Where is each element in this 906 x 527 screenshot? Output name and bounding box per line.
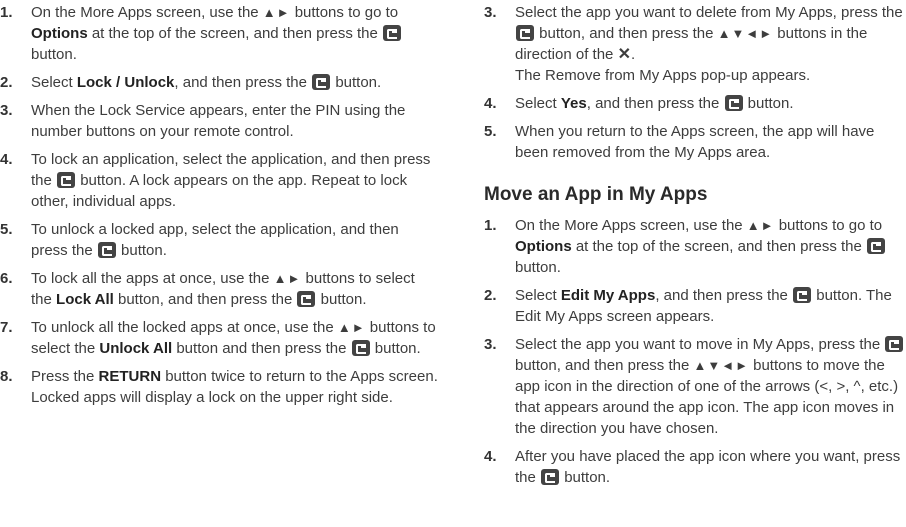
step-item: 2. Select Edit My Apps, and then press th… (484, 285, 906, 327)
step-item: 4. After you have placed the app icon whe… (484, 446, 906, 488)
left-right-arrows-icon: ▲► (273, 271, 302, 286)
left-right-arrows-icon: ▲► (746, 218, 775, 233)
four-way-arrows-icon: ▲▼◄► (693, 358, 749, 373)
step-item: 1. On the More Apps screen, use the ▲► bu… (484, 215, 906, 278)
enter-button-icon (885, 336, 904, 352)
bold-term: Lock All (56, 291, 114, 308)
step-item: 7. To unlock all the locked apps at once,… (0, 317, 438, 359)
step-number: 8. (0, 368, 13, 385)
step-number: 5. (484, 123, 497, 140)
bold-term: Lock / Unlock (76, 74, 175, 91)
move-steps-list: 1. On the More Apps screen, use the ▲► bu… (484, 215, 906, 488)
step-text: On the More Apps screen, use the ▲► butt… (31, 2, 438, 65)
remove-steps-list: 3. Select the app you want to delete from… (484, 2, 906, 163)
right-column: 3. Select the app you want to delete from… (484, 0, 906, 488)
step-text: To lock all the apps at once, use the ▲►… (31, 270, 415, 308)
step-number: 4. (484, 95, 497, 112)
step-text: To unlock a locked app, select the appli… (31, 221, 399, 259)
bold-term: Yes (560, 95, 587, 112)
enter-button-icon (297, 291, 316, 307)
step-item: 5. To unlock a locked app, select the app… (0, 219, 438, 261)
step-item: 4. Select Yes, and then press the button. (484, 93, 906, 114)
step-item: 3. Select the app you want to move in My … (484, 334, 906, 439)
step-text: To unlock all the locked apps at once, u… (31, 319, 436, 357)
enter-button-icon (57, 172, 76, 188)
step-text: Select the app you want to delete from M… (515, 4, 903, 84)
step-text: Select Lock / Unlock, and then press the… (31, 74, 382, 91)
enter-button-icon (867, 238, 886, 254)
enter-button-icon (383, 25, 402, 41)
bold-term: Options (515, 238, 572, 255)
step-text: Press the RETURN button twice to return … (31, 368, 438, 406)
step-number: 6. (0, 270, 13, 287)
left-steps-list: 1. On the More Apps screen, use the ▲► bu… (0, 2, 438, 408)
enter-button-icon (516, 25, 534, 41)
enter-button-icon (312, 74, 331, 90)
step-item: 3. Select the app you want to delete from… (484, 2, 906, 86)
bold-term: Unlock All (99, 340, 173, 357)
left-right-arrows-icon: ▲► (337, 320, 366, 335)
step-item: 8. Press the RETURN button twice to retur… (0, 366, 438, 408)
left-right-arrows-icon: ▲► (262, 5, 291, 20)
enter-button-icon (793, 287, 812, 303)
step-number: 3. (484, 4, 497, 21)
step-number: 1. (484, 217, 497, 234)
step-item: 2. Select Lock / Unlock, and then press t… (0, 72, 438, 93)
step-text: After you have placed the app icon where… (515, 448, 901, 486)
step-number: 3. (484, 336, 497, 353)
section-heading: Move an App in My Apps (484, 184, 708, 205)
step-number: 4. (0, 151, 13, 168)
step-text: Select Edit My Apps, and then press the … (515, 287, 892, 325)
bold-term: Edit My Apps (560, 287, 656, 304)
step-item: 1. On the More Apps screen, use the ▲► bu… (0, 2, 438, 65)
step-text: To lock an application, select the appli… (31, 151, 431, 210)
step-text: Select the app you want to move in My Ap… (515, 334, 906, 439)
left-column: 1. On the More Apps screen, use the ▲► bu… (0, 0, 438, 408)
step-number: 5. (0, 221, 13, 238)
step-number: 4. (484, 448, 497, 465)
enter-button-icon (351, 340, 370, 356)
step-item: 3. When the Lock Service appears, enter t… (0, 100, 438, 142)
x-mark-icon: ✕ (617, 46, 631, 63)
step-number: 2. (484, 287, 497, 304)
bold-term: RETURN (98, 368, 162, 385)
step-number: 1. (0, 4, 13, 21)
step-number: 3. (0, 102, 13, 119)
enter-button-icon (97, 242, 116, 258)
step-number: 2. (0, 74, 13, 91)
step-item: 6. To lock all the apps at once, use the … (0, 268, 438, 310)
enter-button-icon (724, 95, 743, 111)
four-way-arrows-icon: ▲▼◄► (717, 26, 774, 41)
step-text: When you return to the Apps screen, the … (515, 123, 875, 161)
step-text: On the More Apps screen, use the ▲► butt… (515, 215, 906, 278)
step-number: 7. (0, 319, 13, 336)
bold-term: Options (31, 25, 88, 42)
enter-button-icon (541, 469, 560, 485)
step-text: Select Yes, and then press the button. (515, 95, 794, 112)
step-item: 4. To lock an application, select the app… (0, 149, 438, 212)
step-item: 5. When you return to the Apps screen, th… (484, 121, 906, 163)
step-text: When the Lock Service appears, enter the… (31, 102, 406, 140)
